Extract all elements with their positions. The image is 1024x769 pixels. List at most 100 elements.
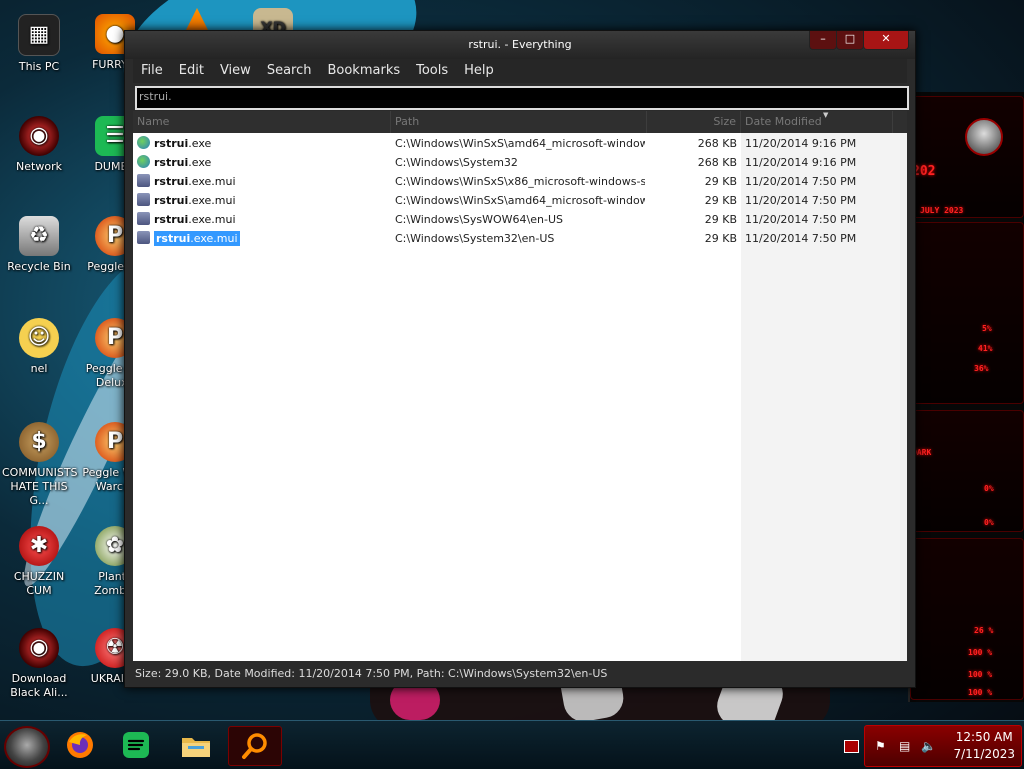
- clock-date: 7/11/2023: [953, 747, 1015, 761]
- mui-file-icon: [137, 193, 150, 206]
- start-button[interactable]: [4, 726, 50, 768]
- file-name-rest: .exe.mui: [188, 213, 236, 226]
- window-title: rstrui. - Everything: [468, 38, 572, 51]
- file-name: rstrui.exe: [137, 134, 387, 153]
- file-size: 268 KB: [697, 156, 737, 169]
- flag-icon[interactable]: ⚑: [875, 739, 886, 753]
- list-item[interactable]: rstrui.exe.mui C:\Windows\WinSxS\x86_mic…: [133, 172, 907, 191]
- widget-text: 26 %: [974, 626, 994, 635]
- file-path: C:\Windows\System32\en-US: [395, 232, 555, 245]
- desktop-icon-network[interactable]: ◉ Network: [2, 116, 76, 174]
- notification-icon[interactable]: [844, 740, 859, 753]
- maximize-button[interactable]: □: [836, 31, 864, 50]
- mui-file-icon: [137, 212, 150, 225]
- widget-disk-box: [910, 538, 1024, 700]
- column-date-modified[interactable]: Date Modified: [741, 111, 893, 133]
- file-name-rest: .exe: [188, 137, 212, 150]
- taskbar-spotify[interactable]: [110, 726, 162, 764]
- menu-bookmarks[interactable]: Bookmarks: [319, 59, 408, 83]
- spotify-icon: [123, 732, 149, 758]
- desktop-icon-communists[interactable]: $ COMMUNISTS HATE THIS G...: [2, 422, 78, 508]
- match-text: rstrui: [154, 213, 189, 226]
- desktop-icon-chuzzin[interactable]: ✱ CHUZZIN CUM: [2, 526, 76, 598]
- column-path[interactable]: Path: [391, 111, 647, 133]
- desktop-icon-recycle-bin[interactable]: ♻ Recycle Bin: [2, 216, 76, 274]
- file-date: 11/20/2014 7:50 PM: [745, 213, 857, 226]
- taskbar-file-explorer[interactable]: [170, 726, 222, 764]
- taskbar-firefox[interactable]: [54, 726, 106, 764]
- list-item[interactable]: rstrui.exe C:\Windows\WinSxS\amd64_micro…: [133, 134, 907, 153]
- file-name-rest: .exe.mui: [188, 175, 236, 188]
- file-path: C:\Windows\WinSxS\amd64_microsoft-window…: [395, 194, 645, 207]
- alien-logo-icon: [965, 118, 1003, 156]
- firefox-icon: [67, 732, 93, 758]
- column-name[interactable]: Name: [133, 111, 391, 133]
- desktop-icon-channel[interactable]: ☺ nel: [2, 318, 76, 376]
- widget-text: 41%: [978, 344, 993, 353]
- desktop-icon-label: CHUZZIN CUM: [13, 570, 65, 597]
- close-button[interactable]: ✕: [863, 31, 909, 50]
- desktop-icon-label: Download Black Ali...: [10, 672, 68, 699]
- list-item[interactable]: rstrui.exe.mui C:\Windows\SysWOW64\en-US…: [133, 210, 907, 229]
- window-titlebar[interactable]: rstrui. - Everything – □ ✕: [125, 31, 915, 59]
- file-path: C:\Windows\SysWOW64\en-US: [395, 213, 563, 226]
- column-size[interactable]: Size: [647, 111, 741, 133]
- list-item[interactable]: rstrui.exe.mui C:\Windows\WinSxS\amd64_m…: [133, 191, 907, 210]
- computer-icon: ▦: [18, 14, 60, 56]
- system-restore-icon: [137, 136, 150, 149]
- menu-file[interactable]: File: [133, 59, 171, 83]
- money-bag-icon: $: [19, 422, 59, 462]
- match-text: rstrui: [154, 175, 189, 188]
- cartoon-character-icon: ☺: [19, 318, 59, 358]
- recycle-bin-icon: ♻: [19, 216, 59, 256]
- menu-tools[interactable]: Tools: [408, 59, 456, 83]
- file-path: C:\Windows\WinSxS\x86_microsoft-windows-…: [395, 175, 645, 188]
- column-header: Name Path Size Date Modified ▼: [133, 111, 907, 133]
- widget-text: 36%: [974, 364, 989, 373]
- file-size: 268 KB: [697, 137, 737, 150]
- file-path: C:\Windows\System32: [395, 156, 518, 169]
- sort-descending-icon: ▼: [823, 111, 829, 119]
- desktop-icon-label: Recycle Bin: [7, 260, 71, 273]
- mui-file-icon: [137, 231, 150, 244]
- system-monitor-widget: 202 JULY 2023 5% 41% 36% DARK 0% 0% 26 %…: [908, 92, 1024, 702]
- folder-icon: [182, 738, 210, 757]
- system-tray: ⚑ ▤ 🔈 12:50 AM 7/11/2023: [864, 725, 1022, 767]
- list-item-selected[interactable]: rstrui.exe.mui C:\Windows\System32\en-US…: [133, 229, 907, 248]
- widget-net-box: [910, 410, 1024, 532]
- desktop-icon-download-alien[interactable]: ◉ Download Black Ali...: [2, 628, 76, 700]
- menu-help[interactable]: Help: [456, 59, 502, 83]
- file-date: 11/20/2014 7:50 PM: [745, 232, 857, 245]
- file-path: C:\Windows\WinSxS\amd64_microsoft-window…: [395, 137, 645, 150]
- file-date: 11/20/2014 7:50 PM: [745, 175, 857, 188]
- taskbar-everything[interactable]: [228, 726, 282, 766]
- mui-file-icon: [137, 174, 150, 187]
- widget-text: 0%: [984, 484, 994, 493]
- menu-search[interactable]: Search: [259, 59, 320, 83]
- desktop-icon-label: Network: [16, 160, 62, 173]
- widget-text: JULY 2023: [920, 206, 964, 215]
- menu-view[interactable]: View: [212, 59, 259, 83]
- desktop-icon-this-pc[interactable]: ▦ This PC: [2, 14, 76, 74]
- results-list[interactable]: rstrui.exe C:\Windows\WinSxS\amd64_micro…: [133, 133, 907, 661]
- clock[interactable]: 12:50 AM 7/11/2023: [953, 729, 1015, 763]
- search-input[interactable]: [137, 88, 911, 104]
- network-tray-icon[interactable]: ▤: [899, 739, 910, 753]
- magnifier-icon: [242, 733, 267, 759]
- desktop-icon-label: This PC: [18, 60, 60, 73]
- widget-text: 5%: [982, 324, 992, 333]
- list-item[interactable]: rstrui.exe C:\Windows\System32 268 KB 11…: [133, 153, 907, 172]
- desktop-icon-label: nel: [30, 362, 48, 375]
- widget-text: 100 %: [968, 648, 993, 657]
- file-name: rstrui.exe.mui: [137, 210, 387, 229]
- clock-time: 12:50 AM: [955, 730, 1013, 744]
- minimize-button[interactable]: –: [809, 31, 837, 50]
- menu-edit[interactable]: Edit: [171, 59, 212, 83]
- file-name: rstrui.exe.mui: [137, 229, 387, 248]
- file-size: 29 KB: [704, 194, 737, 207]
- system-restore-icon: [137, 155, 150, 168]
- volume-icon[interactable]: 🔈: [921, 739, 936, 753]
- search-box[interactable]: [135, 86, 911, 110]
- widget-text: 100 %: [968, 688, 993, 697]
- everything-window: rstrui. - Everything – □ ✕ File Edit View S…: [124, 30, 916, 688]
